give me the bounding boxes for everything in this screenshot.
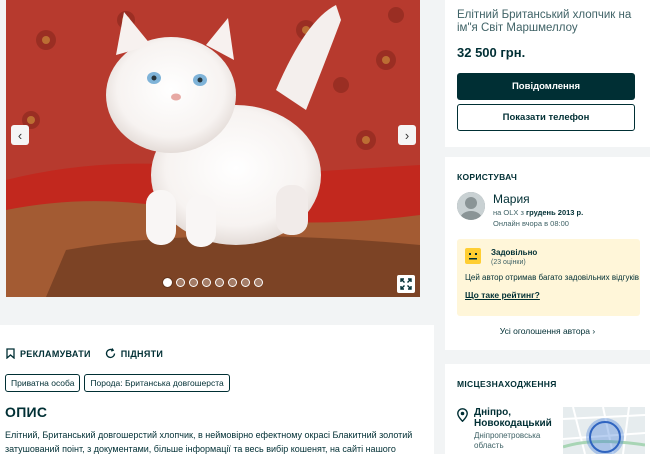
chevron-right-icon: › xyxy=(592,326,596,336)
refresh-icon xyxy=(105,348,115,359)
user-avatar-icon xyxy=(457,192,485,220)
gallery-dot[interactable] xyxy=(202,278,211,287)
tag-seller-type[interactable]: Приватна особа xyxy=(5,374,81,392)
listing-tags: Приватна особа Порода: Британська довгош… xyxy=(5,374,230,392)
listing-title: Елітний Британський хлопчик на ім"я Світ… xyxy=(457,9,632,34)
avatar[interactable] xyxy=(457,192,485,220)
rating-count: (23 оцінки) xyxy=(491,259,526,266)
user-since-prefix: на OLX з xyxy=(493,208,524,217)
gallery-dot[interactable] xyxy=(176,278,185,287)
rating-info-link[interactable]: Що таке рейтинг? xyxy=(465,290,540,300)
gallery-dots xyxy=(6,278,420,287)
raise-button[interactable]: ПІДНЯТИ xyxy=(105,348,163,359)
listing-actions: РЕКЛАМУВАТИ ПІДНЯТИ xyxy=(6,348,163,359)
gallery-dot[interactable] xyxy=(215,278,224,287)
location-map[interactable] xyxy=(563,407,645,454)
rating-title: Задовільно xyxy=(491,248,538,257)
all-ads-link[interactable]: Усі оголошення автора › xyxy=(445,326,650,336)
gallery-dot[interactable] xyxy=(189,278,198,287)
user-since-date: грудень 2013 р. xyxy=(526,208,584,217)
listing-photo[interactable] xyxy=(6,0,420,297)
map-thumbnail xyxy=(563,407,645,454)
description-text: Елітний, Британський довгошерстий хлопчи… xyxy=(5,430,413,454)
neutral-face-icon xyxy=(465,248,481,264)
chevron-right-icon: › xyxy=(404,127,410,143)
description-heading: ОПИС xyxy=(5,404,48,420)
description-card: РЕКЛАМУВАТИ ПІДНЯТИ Приватна особа Пород… xyxy=(0,325,434,454)
gallery-dot[interactable] xyxy=(241,278,250,287)
user-online-status: Онлайн вчора в 08:00 xyxy=(493,219,569,228)
gallery-next-button[interactable]: › xyxy=(398,125,416,145)
tag-breed[interactable]: Порода: Британська довгошерста xyxy=(84,374,230,392)
map-pin-icon xyxy=(457,408,468,422)
gallery-prev-button[interactable]: ‹ xyxy=(11,125,29,145)
gallery-dot[interactable] xyxy=(163,278,172,287)
fullscreen-button[interactable] xyxy=(397,275,415,293)
user-card: КОРИСТУВАЧ Мария на OLX з грудень 2013 р… xyxy=(445,157,650,350)
chevron-left-icon: ‹ xyxy=(17,127,23,143)
promote-button[interactable]: РЕКЛАМУВАТИ xyxy=(6,348,91,359)
user-since: на OLX з грудень 2013 р. xyxy=(493,208,583,217)
location-city: Дніпро, Новокодацький xyxy=(474,407,552,429)
user-name[interactable]: Мария xyxy=(493,192,530,206)
gallery-dot[interactable] xyxy=(228,278,237,287)
gallery-dot[interactable] xyxy=(254,278,263,287)
rating-box: Задовільно (23 оцінки) Цей автор отримав… xyxy=(457,239,640,316)
show-phone-button[interactable]: Показати телефон xyxy=(457,104,635,131)
message-button[interactable]: Повідомлення xyxy=(457,73,635,100)
expand-icon xyxy=(400,278,412,290)
listing-price: 32 500 грн. xyxy=(457,45,526,60)
user-section-label: КОРИСТУВАЧ xyxy=(457,172,518,182)
listing-summary-card: Елітний Британський хлопчик на ім"я Світ… xyxy=(445,0,650,147)
rating-text: Цей автор отримав багато задовільних від… xyxy=(465,273,640,282)
raise-label: ПІДНЯТИ xyxy=(120,348,164,359)
promote-label: РЕКЛАМУВАТИ xyxy=(20,348,91,359)
bookmark-icon xyxy=(6,348,15,359)
all-ads-label: Усі оголошення автора xyxy=(499,326,590,336)
location-region: Дніпропетровська область xyxy=(474,431,541,450)
photo-gallery[interactable]: ‹ › xyxy=(6,0,420,297)
location-section-label: МІСЦЕЗНАХОДЖЕННЯ xyxy=(457,379,557,389)
location-card: МІСЦЕЗНАХОДЖЕННЯ Дніпро, Новокодацький Д… xyxy=(445,364,650,454)
